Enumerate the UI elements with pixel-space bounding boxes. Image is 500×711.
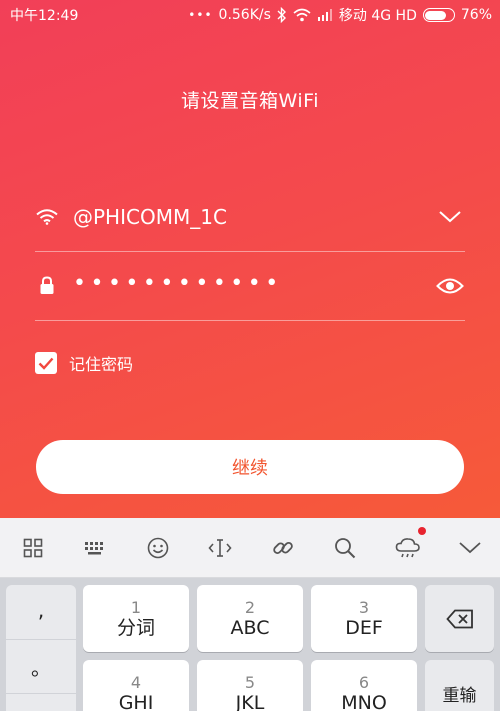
key-letters: JKL bbox=[235, 691, 265, 711]
chevron-down-icon[interactable] bbox=[457, 535, 483, 561]
key-letters: 分词 bbox=[116, 616, 155, 639]
backspace-icon bbox=[445, 609, 473, 628]
key-letters: MNO bbox=[341, 691, 387, 711]
question-key[interactable] bbox=[6, 693, 76, 711]
password-input[interactable]: •••••••••••• bbox=[73, 272, 435, 299]
key-number: 4 bbox=[130, 672, 142, 692]
battery-fill bbox=[425, 10, 446, 20]
keyboard-icon[interactable] bbox=[82, 535, 108, 561]
ssid-value[interactable]: @PHICOMM_1C bbox=[73, 205, 435, 229]
keyboard-toolbar bbox=[0, 518, 500, 578]
backspace-key[interactable] bbox=[425, 585, 494, 652]
key-number: 3 bbox=[358, 597, 370, 617]
weather-icon[interactable] bbox=[395, 526, 426, 561]
key-number: 5 bbox=[244, 672, 256, 692]
key-6[interactable]: 6 MNO bbox=[311, 660, 417, 711]
key-5[interactable]: 5 JKL bbox=[197, 660, 303, 711]
wifi-status-icon bbox=[293, 8, 311, 22]
key-2[interactable]: 2 ABC bbox=[197, 585, 303, 652]
emoji-icon[interactable] bbox=[145, 535, 171, 561]
status-bar: 中午12:49 ••• 0.56K/s 移动 4G HD 76% bbox=[0, 0, 500, 30]
status-time: 中午12:49 bbox=[10, 8, 79, 24]
comma-key[interactable]: , bbox=[6, 585, 76, 635]
period-key[interactable]: 。 bbox=[6, 639, 76, 693]
search-icon[interactable] bbox=[332, 535, 358, 561]
battery-icon bbox=[422, 8, 455, 22]
key-3[interactable]: 3 DEF bbox=[311, 585, 417, 652]
grid-icon[interactable] bbox=[20, 535, 46, 561]
page-title: 请设置音箱WiFi bbox=[181, 90, 319, 112]
key-4[interactable]: 4 GHI bbox=[83, 660, 189, 711]
notification-dots: ••• bbox=[188, 8, 213, 22]
remember-password[interactable]: 记住密码 bbox=[35, 351, 133, 375]
key-letters: ABC bbox=[230, 616, 270, 639]
network-speed: 0.56K/s bbox=[218, 7, 271, 23]
notification-dot bbox=[417, 526, 426, 535]
bluetooth-icon bbox=[277, 7, 287, 23]
key-1[interactable]: 1 分词 bbox=[83, 585, 189, 652]
continue-button[interactable]: 继续 bbox=[36, 440, 464, 494]
wifi-icon bbox=[35, 208, 59, 225]
lock-icon bbox=[35, 276, 59, 295]
key-number: 6 bbox=[358, 672, 370, 692]
signal-icon bbox=[317, 9, 333, 21]
status-indicators: ••• 0.56K/s 移动 4G HD 76% bbox=[188, 5, 492, 25]
eye-icon[interactable] bbox=[435, 277, 465, 295]
network-type: 移动 4G HD bbox=[338, 8, 417, 24]
battery-percent: 76% bbox=[460, 7, 492, 23]
link-icon[interactable] bbox=[270, 535, 296, 561]
wifi-setup-screen: 中午12:49 ••• 0.56K/s 移动 4G HD 76% 请设置音箱Wi… bbox=[0, 0, 500, 518]
reinput-key[interactable]: 重输 bbox=[425, 660, 494, 711]
remember-label: 记住密码 bbox=[69, 355, 134, 374]
password-field[interactable]: •••••••••••• bbox=[35, 251, 465, 321]
chevron-down-icon[interactable] bbox=[435, 210, 465, 223]
key-number: 1 bbox=[130, 597, 142, 617]
key-letters: DEF bbox=[345, 616, 383, 639]
cursor-move-icon[interactable] bbox=[207, 535, 233, 561]
key-letters: GHI bbox=[118, 691, 154, 711]
ssid-field[interactable]: @PHICOMM_1C bbox=[35, 182, 465, 252]
key-number: 2 bbox=[244, 597, 256, 617]
punctuation-column: , 。 bbox=[6, 585, 76, 711]
remember-checkbox[interactable] bbox=[35, 352, 57, 374]
keyboard: , 。 1 分词 2 ABC 3 DEF 4 GHI 5 JKL 6 MNO 重… bbox=[0, 578, 500, 711]
